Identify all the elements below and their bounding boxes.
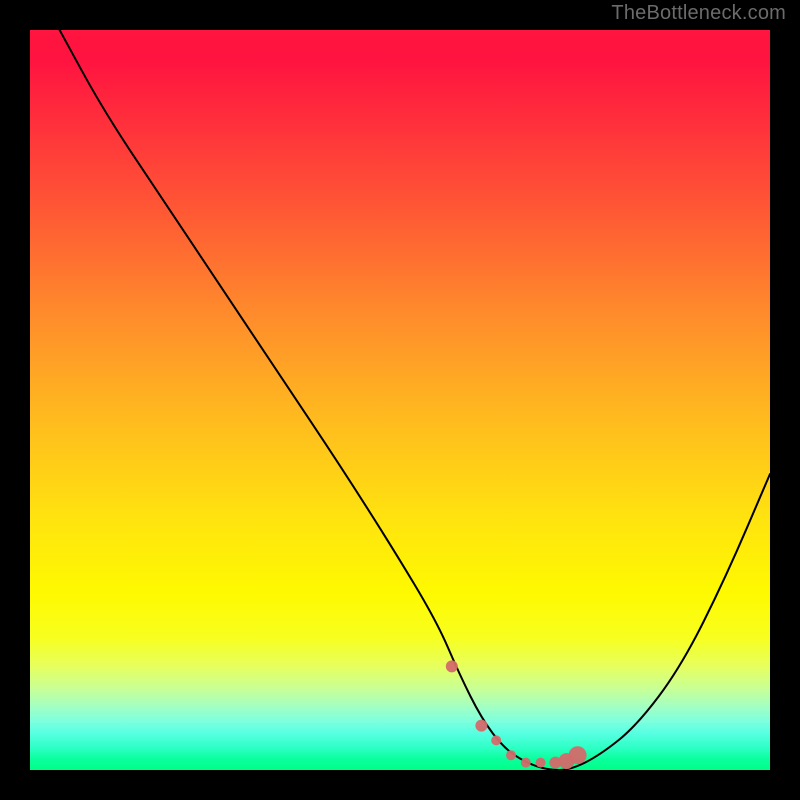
watermark-text: TheBottleneck.com bbox=[611, 2, 786, 25]
plot-area bbox=[30, 30, 770, 770]
marker-dot bbox=[491, 735, 501, 745]
marker-dot bbox=[569, 746, 587, 764]
marker-dot bbox=[446, 660, 458, 672]
marker-dot bbox=[475, 720, 487, 732]
marker-dot bbox=[521, 758, 531, 768]
highlighted-points bbox=[446, 660, 587, 769]
marker-dot bbox=[536, 758, 546, 768]
marker-dots-group bbox=[30, 30, 770, 770]
chart-frame: TheBottleneck.com bbox=[0, 0, 800, 800]
marker-dot bbox=[506, 750, 516, 760]
